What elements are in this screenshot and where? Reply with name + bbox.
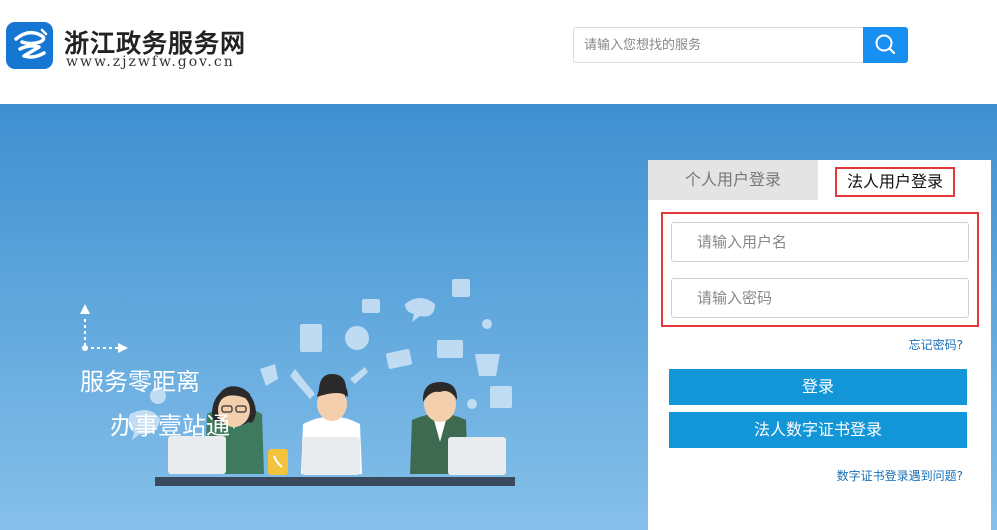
login-button[interactable]: 登录 [669, 369, 967, 405]
zhejiang-logo-icon[interactable] [6, 22, 53, 69]
username-input[interactable] [671, 222, 969, 262]
search-input[interactable] [573, 27, 863, 63]
site-header: 浙江政务服务网 www.zjzwfw.gov.cn [0, 0, 997, 104]
tab-legal-person-login[interactable]: 法人用户登录 [835, 167, 955, 197]
tab-personal-login[interactable]: 个人用户登录 [648, 160, 818, 200]
forgot-password-link[interactable]: 忘记密码? [909, 336, 963, 353]
customer-service-illustration [80, 279, 515, 486]
login-panel: 个人用户登录 法人用户登录 忘记密码? 登录 法人数字证书登录 数字证书登录遇到… [648, 160, 991, 530]
search-button[interactable] [863, 27, 908, 63]
site-url: www.zjzwfw.gov.cn [66, 54, 235, 70]
login-form-box [661, 212, 979, 327]
cert-login-button[interactable]: 法人数字证书登录 [669, 412, 967, 448]
slogan-line-1: 服务零距离 [80, 368, 200, 396]
cert-help-link[interactable]: 数字证书登录遇到问题? [837, 467, 963, 484]
password-input[interactable] [671, 278, 969, 318]
search-icon [875, 34, 896, 55]
slogan-line-2: 办事壹站通 [110, 412, 230, 440]
